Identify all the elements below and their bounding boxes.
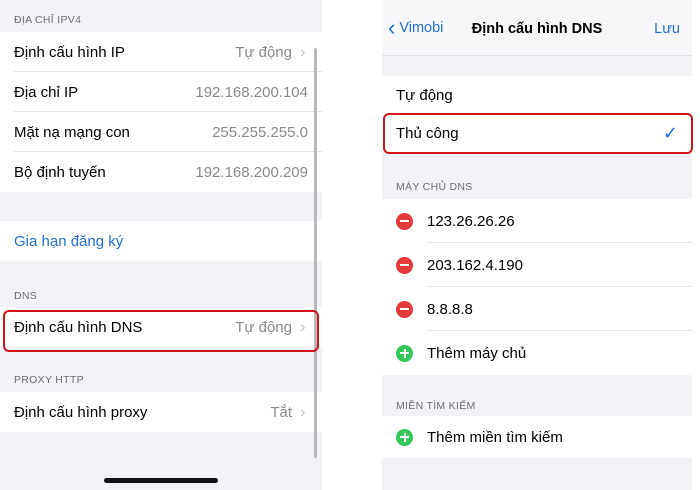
ip-address-value: 192.168.200.104 xyxy=(195,83,308,101)
wifi-settings-panel: ĐỊA CHỈ IPV4 Định cấu hình IP Tự động › … xyxy=(0,0,322,490)
proxy-config-value: Tắt xyxy=(270,403,292,421)
dns-server-row[interactable]: 8.8.8.8 xyxy=(382,287,692,331)
router-row: Bộ định tuyến 192.168.200.209 xyxy=(0,152,322,192)
chevron-right-icon: › xyxy=(300,402,306,421)
dns-section-header: DNS xyxy=(14,290,38,302)
router-label: Bộ định tuyến xyxy=(14,163,106,181)
ip-address-label: Địa chỉ IP xyxy=(14,83,79,101)
add-search-domain-label: Thêm miền tìm kiếm xyxy=(427,428,563,446)
router-value: 192.168.200.209 xyxy=(195,163,308,181)
add-icon[interactable] xyxy=(396,344,413,362)
manual-mode-highlight xyxy=(383,113,693,154)
mode-automatic-row[interactable]: Tự động xyxy=(382,76,692,114)
dns-server-row[interactable]: 123.26.26.26 xyxy=(382,199,692,243)
dns-servers-header: MÁY CHỦ DNS xyxy=(396,181,473,193)
add-search-domain-row[interactable]: Thêm miền tìm kiếm xyxy=(382,416,692,458)
subnet-mask-row: Mặt nạ mạng con 255.255.255.0 xyxy=(0,112,322,152)
page-title: Định cấu hình DNS xyxy=(471,21,603,37)
chevron-right-icon: › xyxy=(300,42,306,61)
ipv4-section-header: ĐỊA CHỈ IPV4 xyxy=(14,14,82,26)
dns-server-value[interactable]: 203.162.4.190 xyxy=(427,257,692,274)
ip-config-row[interactable]: Định cấu hình IP Tự động › xyxy=(0,32,322,72)
delete-icon[interactable] xyxy=(396,300,413,318)
ip-config-label: Định cấu hình IP xyxy=(14,43,125,61)
dns-server-value[interactable]: 8.8.8.8 xyxy=(427,301,692,318)
delete-icon[interactable] xyxy=(396,212,413,230)
add-server-label: Thêm máy chủ xyxy=(427,344,527,362)
proxy-config-row[interactable]: Định cấu hình proxy Tắt › xyxy=(0,392,322,432)
mode-automatic-label: Tự động xyxy=(396,86,453,104)
renew-lease-link[interactable]: Gia hạn đăng ký xyxy=(0,233,322,250)
renew-lease-row[interactable]: Gia hạn đăng ký xyxy=(0,221,322,261)
ip-config-value: Tự động xyxy=(235,43,292,61)
delete-icon[interactable] xyxy=(396,256,413,274)
proxy-config-label: Định cấu hình proxy xyxy=(14,403,148,421)
home-indicator[interactable] xyxy=(104,478,218,483)
search-domains-header: MIỀN TÌM KIẾM xyxy=(396,400,476,412)
scrollbar[interactable] xyxy=(314,48,317,458)
add-server-row[interactable]: Thêm máy chủ xyxy=(382,331,692,375)
add-icon[interactable] xyxy=(396,428,413,446)
nav-bar: ‹ Vimobi Định cấu hình DNS Lưu xyxy=(382,0,692,56)
subnet-mask-value: 255.255.255.0 xyxy=(212,123,308,141)
subnet-mask-label: Mặt nạ mạng con xyxy=(14,123,130,141)
dns-config-panel: ‹ Vimobi Định cấu hình DNS Lưu Tự động T… xyxy=(382,0,692,490)
proxy-section-header: PROXY HTTP xyxy=(14,374,84,386)
dns-config-highlight xyxy=(3,310,319,352)
ip-address-row: Địa chỉ IP 192.168.200.104 xyxy=(0,72,322,112)
dns-server-row[interactable]: 203.162.4.190 xyxy=(382,243,692,287)
save-button[interactable]: Lưu xyxy=(654,21,680,37)
dns-server-value[interactable]: 123.26.26.26 xyxy=(427,213,692,230)
